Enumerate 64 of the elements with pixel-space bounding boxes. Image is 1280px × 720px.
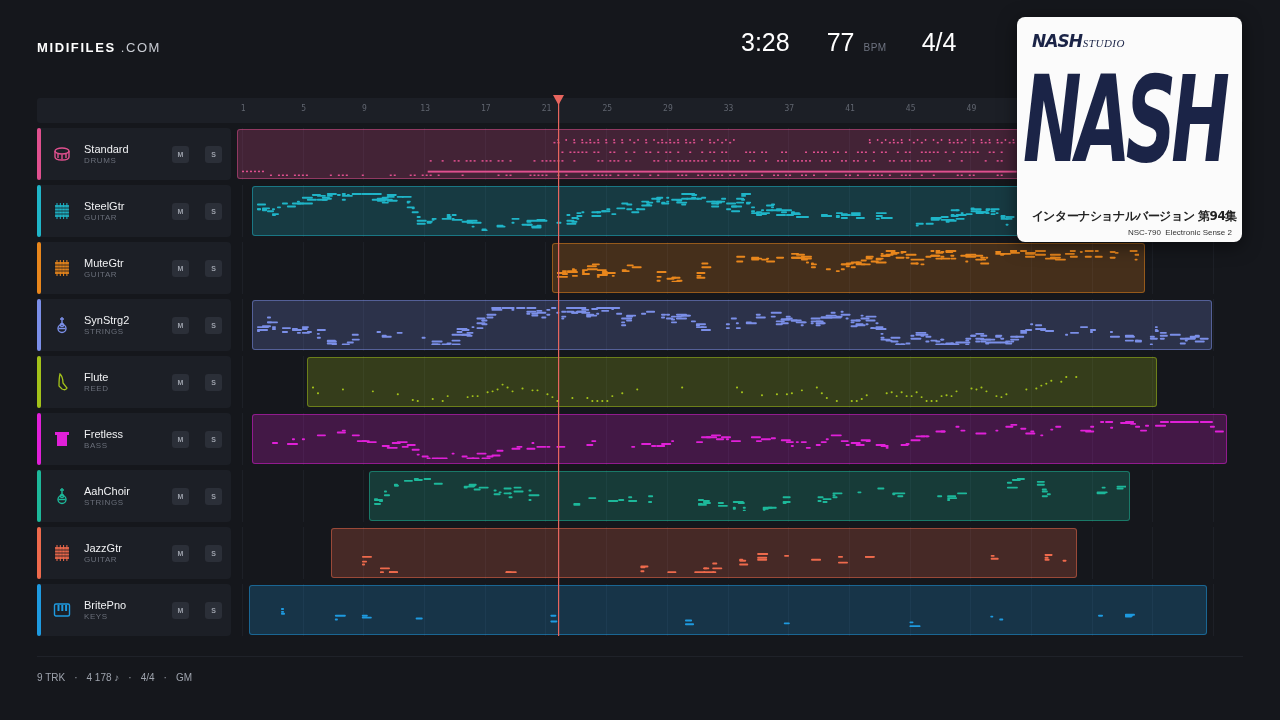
cover-subtitle: インターナショナルバージョン 第94集 xyxy=(1031,208,1237,225)
bar-number: 1 xyxy=(240,104,246,113)
midi-clip[interactable] xyxy=(252,300,1212,350)
separator-dot: · xyxy=(128,671,132,683)
track-category: DRUMS xyxy=(84,156,118,165)
bar-number: 33 xyxy=(723,104,734,113)
tempo-unit: BPM xyxy=(863,42,887,53)
cover-logo-suffix: STUDIO xyxy=(1082,37,1125,49)
midi-clip[interactable] xyxy=(551,243,1146,293)
time-signature: 4/4 xyxy=(921,28,957,57)
bar-number: 25 xyxy=(602,104,613,113)
midi-clip[interactable] xyxy=(252,414,1227,464)
drum-icon xyxy=(53,145,71,163)
midi-clip[interactable] xyxy=(249,585,1207,635)
track-name: SteelGtr xyxy=(84,200,126,212)
separator-dot: · xyxy=(74,671,78,683)
track-category: STRINGS xyxy=(84,498,125,507)
midi-clip[interactable] xyxy=(252,186,1017,236)
midi-clip[interactable] xyxy=(237,129,1017,179)
footer-stat: GM xyxy=(175,671,193,683)
cover-logo: NASH xyxy=(1032,31,1082,51)
footer-stat: 9 TRK xyxy=(37,671,66,683)
bar-number: 41 xyxy=(845,104,855,113)
tempo-value: 77 xyxy=(826,28,855,57)
footer-stat: 4 178 ♪ xyxy=(86,671,120,683)
track-category: STRINGS xyxy=(84,327,125,336)
fretboard-icon xyxy=(53,259,71,277)
bar-number: 17 xyxy=(481,104,491,113)
keyboard-icon xyxy=(53,601,71,619)
midi-clip[interactable] xyxy=(307,357,1158,407)
track-category: GUITAR xyxy=(84,270,119,279)
bar-number: 45 xyxy=(905,104,916,113)
track-name: Fretless xyxy=(84,428,125,440)
bar-number: 29 xyxy=(663,104,673,113)
track-name: MuteGtr xyxy=(84,257,125,269)
track-category: BASS xyxy=(84,441,109,450)
brand-name: MIDIFILES xyxy=(37,39,116,55)
fretboard-icon xyxy=(53,202,71,220)
bar-number: 37 xyxy=(784,104,795,113)
cover-catalog: NSC-790 Electronic Sense 2 xyxy=(1127,228,1232,237)
track-name: BritePno xyxy=(84,599,128,611)
fretboard-icon xyxy=(53,544,71,562)
separator-dot: · xyxy=(163,671,167,683)
track-category: KEYS xyxy=(84,612,109,621)
midi-clip[interactable] xyxy=(368,471,1131,521)
bar-number: 13 xyxy=(420,104,430,113)
track-name: SynStrg2 xyxy=(84,314,131,326)
bar-number: 21 xyxy=(541,104,552,113)
bar-number: 9 xyxy=(362,104,367,113)
cover-title: NASH xyxy=(1023,61,1225,180)
bar-number: 5 xyxy=(301,104,307,113)
bar-number: 49 xyxy=(966,104,977,113)
playhead[interactable] xyxy=(553,95,565,636)
track-category: REED xyxy=(84,384,110,393)
track-name: Standard xyxy=(84,143,130,155)
track-category: GUITAR xyxy=(84,555,119,564)
track-name: AahChoir xyxy=(84,485,131,497)
footer-stat: 4/4 xyxy=(140,671,155,683)
brand-suffix: .COM xyxy=(120,39,162,55)
track-category: GUITAR xyxy=(84,213,119,222)
midi-clip[interactable] xyxy=(330,528,1077,578)
track-name: JazzGtr xyxy=(84,542,123,554)
track-name: Flute xyxy=(84,371,110,383)
song-duration: 3:28 xyxy=(741,28,790,57)
